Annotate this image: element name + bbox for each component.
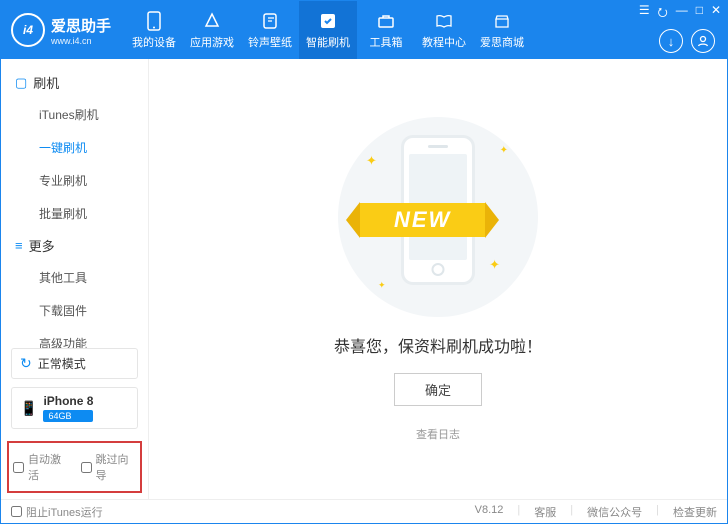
sparkle-icon: ✦ [378, 280, 386, 291]
apps-icon [202, 11, 222, 31]
phone-outline-icon: ▢ [15, 75, 27, 91]
version-label: V8.12 [475, 504, 504, 520]
sidebar-item-oneclick-flash[interactable]: 一键刷机 [1, 131, 148, 164]
footer-link-update[interactable]: 检查更新 [673, 504, 717, 520]
auto-activate-checkbox[interactable] [13, 462, 24, 473]
flash-options: 自动激活 跳过向导 [7, 441, 142, 493]
window-minimize-button[interactable]: — [676, 3, 688, 24]
flash-icon [318, 11, 338, 31]
account-button[interactable] [691, 29, 715, 53]
skip-wizard-checkbox[interactable] [81, 462, 92, 473]
footer-link-support[interactable]: 客服 [534, 504, 556, 520]
main-content: ✦ ✦ ✦ ✦ NEW 恭喜您，保资料刷机成功啦！ 确定 查看日志 [149, 59, 727, 499]
tab-apps[interactable]: 应用游戏 [183, 1, 241, 59]
tab-ring[interactable]: 铃声壁纸 [241, 1, 299, 59]
sidebar-item-download-firmware[interactable]: 下载固件 [1, 294, 148, 327]
device-icon: 📱 [20, 400, 37, 417]
music-icon [260, 11, 280, 31]
sidebar-item-other-tools[interactable]: 其他工具 [1, 261, 148, 294]
tab-flash[interactable]: 智能刷机 [299, 1, 357, 59]
sidebar-section-more[interactable]: ≡ 更多 [1, 230, 148, 261]
ok-button[interactable]: 确定 [394, 373, 482, 406]
view-log-link[interactable]: 查看日志 [416, 426, 460, 442]
window-maximize-button[interactable]: □ [696, 3, 703, 24]
sidebar-section-flash[interactable]: ▢ 刷机 [1, 67, 148, 98]
footer-link-wechat[interactable]: 微信公众号 [587, 504, 642, 520]
sparkle-icon: ✦ [366, 153, 377, 169]
refresh-icon: ↻ [20, 355, 32, 372]
option-skip-wizard[interactable]: 跳过向导 [81, 451, 137, 483]
sparkle-icon: ✦ [489, 257, 500, 273]
sidebar-item-itunes-flash[interactable]: iTunes刷机 [1, 98, 148, 131]
device-info[interactable]: 📱 iPhone 8 64GB [11, 387, 138, 429]
device-mode[interactable]: ↻ 正常模式 [11, 348, 138, 379]
tab-toolbox[interactable]: 工具箱 [357, 1, 415, 59]
window-buttons: ☰ ⭮ — □ ✕ [639, 3, 721, 24]
success-illustration: ✦ ✦ ✦ ✦ NEW [338, 117, 538, 317]
option-auto-activate[interactable]: 自动激活 [13, 451, 69, 483]
header-tabs: 我的设备 应用游戏 铃声壁纸 智能刷机 工具箱 教程中心 [125, 1, 727, 59]
device-name: iPhone 8 [43, 394, 93, 408]
brand-url: www.i4.cn [51, 36, 111, 46]
brand-mark: i4 [11, 13, 45, 47]
block-itunes-checkbox[interactable] [11, 506, 22, 517]
sparkle-icon: ✦ [500, 145, 508, 156]
sidebar: ▢ 刷机 iTunes刷机 一键刷机 专业刷机 批量刷机 ≡ 更多 其他工具 下… [1, 59, 149, 499]
new-ribbon: NEW [360, 203, 485, 237]
brand-name: 爱思助手 [51, 15, 111, 36]
phone-icon [144, 11, 164, 31]
download-button[interactable]: ↓ [659, 29, 683, 53]
sidebar-item-batch-flash[interactable]: 批量刷机 [1, 197, 148, 230]
toolbox-icon [376, 11, 396, 31]
book-icon [434, 11, 454, 31]
sidebar-item-pro-flash[interactable]: 专业刷机 [1, 164, 148, 197]
menu-icon: ≡ [15, 238, 23, 253]
window-close-button[interactable]: ✕ [711, 3, 721, 24]
tab-device[interactable]: 我的设备 [125, 1, 183, 59]
device-storage-badge: 64GB [43, 410, 93, 422]
status-bar: 阻止iTunes运行 V8.12 | 客服 | 微信公众号 | 检查更新 [1, 499, 727, 523]
success-message: 恭喜您，保资料刷机成功啦！ [334, 333, 542, 357]
block-itunes-option[interactable]: 阻止iTunes运行 [11, 504, 103, 520]
brand-logo: i4 爱思助手 www.i4.cn [1, 1, 125, 59]
window-menu-button[interactable]: ☰ [639, 3, 650, 24]
window-refresh-button[interactable]: ⭮ [658, 3, 668, 24]
store-icon [492, 11, 512, 31]
sidebar-item-advanced[interactable]: 高级功能 [1, 327, 148, 348]
tab-tutorial[interactable]: 教程中心 [415, 1, 473, 59]
tab-mall[interactable]: 爱思商城 [473, 1, 531, 59]
app-header: i4 爱思助手 www.i4.cn 我的设备 应用游戏 铃声壁纸 智能刷机 [1, 1, 727, 59]
